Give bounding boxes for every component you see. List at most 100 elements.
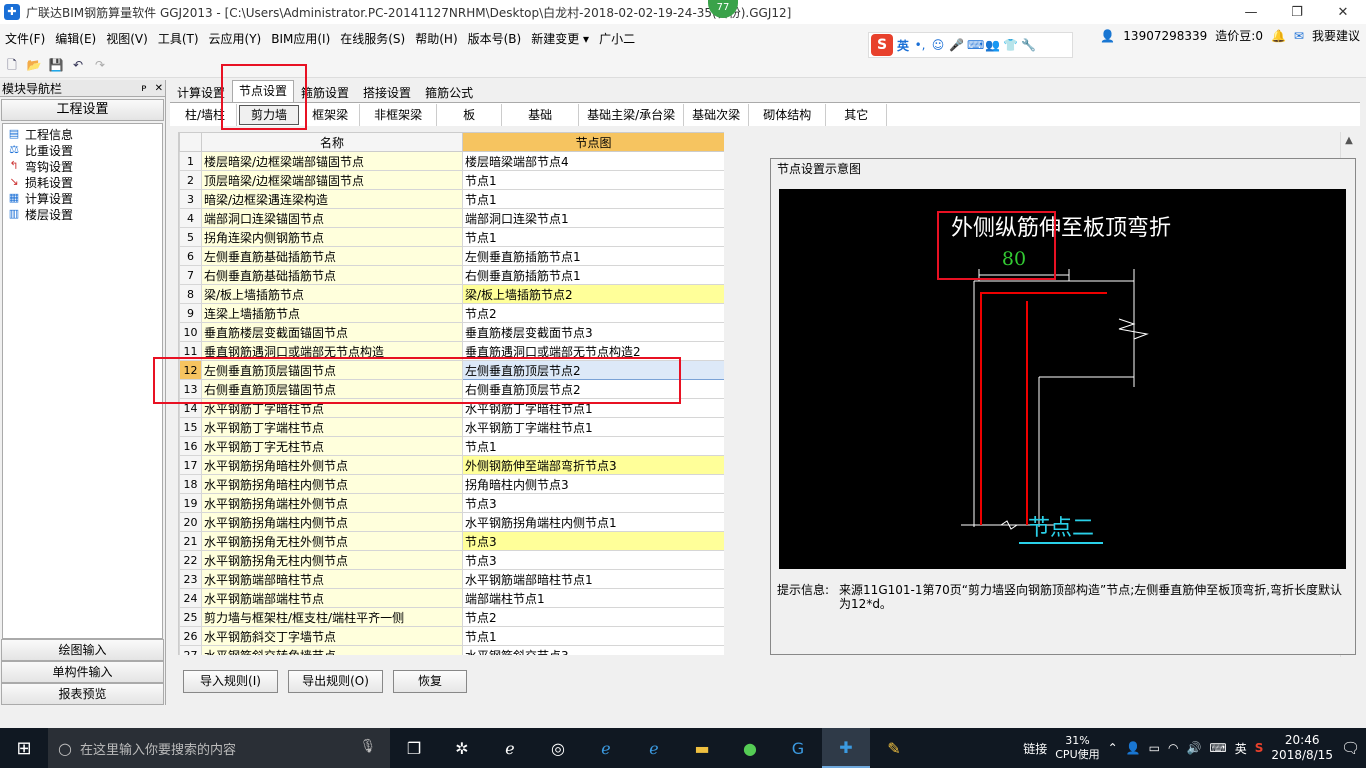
table-row[interactable]: 9 连梁上墙插筋节点 节点2 <box>179 303 724 323</box>
table-row[interactable]: 20 水平钢筋拐角端柱内侧节点 水平钢筋拐角端柱内侧节点1 <box>179 512 724 532</box>
emoji-icon[interactable]: ☺ <box>931 38 945 52</box>
nav-close-icon[interactable]: ✕ <box>155 83 163 94</box>
pin-icon[interactable]: ᴘ <box>141 83 146 94</box>
row-node-cell[interactable]: 端部端柱节点1 <box>462 588 724 608</box>
bell-icon[interactable]: 🔔 <box>1271 29 1286 43</box>
suggest-link[interactable]: 我要建议 <box>1312 27 1360 44</box>
cpu-usage[interactable]: 31% CPU使用 <box>1055 734 1099 762</box>
row-node-cell[interactable]: 拐角暗柱内侧节点3 <box>462 474 724 494</box>
row-node-cell[interactable]: 垂直筋遇洞口或端部无节点构造2 <box>462 341 724 361</box>
account-phone[interactable]: 13907298339 <box>1123 29 1207 43</box>
subtab-masonry[interactable]: 砌体结构 <box>749 103 827 126</box>
taskbar-search[interactable]: ○ 在这里输入你要搜索的内容 🎙 <box>48 728 390 768</box>
minimize-button[interactable]: — <box>1228 0 1274 24</box>
subtab-other[interactable]: 其它 <box>826 103 888 126</box>
row-node-cell[interactable]: 节点1 <box>462 227 724 247</box>
row-node-cell[interactable]: 右侧垂直筋插筋节点1 <box>462 265 724 285</box>
row-node-cell[interactable]: 左侧垂直筋顶层节点2 <box>462 360 724 380</box>
nav-item-floor[interactable]: ▥ 楼层设置 <box>3 206 162 222</box>
table-row[interactable]: 4 端部洞口连梁锚固节点 端部洞口连梁节点1 <box>179 208 724 228</box>
clock[interactable]: 20:46 2018/8/15 <box>1271 733 1333 763</box>
wifi-icon[interactable]: ◠ <box>1168 741 1178 755</box>
nav-single-component-input[interactable]: 单构件输入 <box>1 661 164 683</box>
row-node-cell[interactable]: 外侧钢筋伸至端部弯折节点3 <box>462 455 724 475</box>
row-node-cell[interactable]: 楼层暗梁端部节点4 <box>462 151 724 171</box>
row-node-cell[interactable]: 水平钢筋丁字暗柱节点1 <box>462 398 724 418</box>
table-row[interactable]: 11 垂直钢筋遇洞口或端部无节点构造 垂直筋遇洞口或端部无节点构造2 <box>179 341 724 361</box>
row-node-cell[interactable]: 垂直筋楼层变截面节点3 <box>462 322 724 342</box>
table-row[interactable]: 24 水平钢筋端部端柱节点 端部端柱节点1 <box>179 588 724 608</box>
row-node-cell[interactable]: 节点1 <box>462 626 724 646</box>
import-rules-button[interactable]: 导入规则(I) <box>183 670 278 693</box>
table-row[interactable]: 18 水平钢筋拐角暗柱内侧节点 拐角暗柱内侧节点3 <box>179 474 724 494</box>
subtab-shear-wall[interactable]: 剪力墙 <box>239 104 300 125</box>
microphone-icon[interactable]: 🎙 <box>359 739 376 754</box>
menu-edit[interactable]: 编辑(E) <box>50 30 101 47</box>
glodon-g-icon[interactable]: G <box>774 728 822 768</box>
table-row[interactable]: 6 左侧垂直筋基础插筋节点 左侧垂直筋插筋节点1 <box>179 246 724 266</box>
row-node-cell[interactable]: 右侧垂直筋顶层节点2 <box>462 379 724 399</box>
menu-bim[interactable]: BIM应用(I) <box>266 30 335 47</box>
table-row[interactable]: 14 水平钢筋丁字暗柱节点 水平钢筋丁字暗柱节点1 <box>179 398 724 418</box>
network-icon[interactable]: ▭ <box>1149 741 1160 755</box>
user-group-icon[interactable]: 👥 <box>985 38 1000 52</box>
tab-lap-settings[interactable]: 搭接设置 <box>356 82 418 102</box>
nav-item-weight[interactable]: ⚖ 比重设置 <box>3 142 162 158</box>
punctuation-icon[interactable]: •, <box>913 38 927 52</box>
task-view-icon[interactable]: ❐ <box>390 728 438 768</box>
row-node-cell[interactable]: 节点3 <box>462 493 724 513</box>
keyboard-tray-icon[interactable]: ⌨ <box>1209 741 1226 755</box>
menu-help[interactable]: 帮助(H) <box>410 30 462 47</box>
table-row[interactable]: 8 梁/板上墙插筋节点 梁/板上墙插筋节点2 <box>179 284 724 304</box>
row-node-cell[interactable]: 节点3 <box>462 550 724 570</box>
table-row[interactable]: 3 暗梁/边框梁遇连梁构造 节点1 <box>179 189 724 209</box>
skin-icon[interactable]: 👕 <box>1003 38 1018 52</box>
undo-icon[interactable]: ↶ <box>70 57 86 73</box>
keyboard-icon[interactable]: ⌨ <box>967 38 984 52</box>
menu-assistant[interactable]: 广小二 <box>594 30 640 47</box>
menu-version[interactable]: 版本号(B) <box>463 30 527 47</box>
ie-blue-icon[interactable]: ℯ <box>630 728 678 768</box>
open-folder-icon[interactable]: 📂 <box>26 57 42 73</box>
row-node-cell[interactable]: 节点2 <box>462 607 724 627</box>
table-row[interactable]: 26 水平钢筋斜交丁字墙节点 节点1 <box>179 626 724 646</box>
table-row[interactable]: 27水平钢筋斜交转角墙节点水平钢筋斜交节点3 <box>179 645 724 655</box>
sogou-logo[interactable]: S <box>871 34 893 56</box>
subtab-frame-beam[interactable]: 框架梁 <box>301 103 361 126</box>
ime-tray[interactable]: 英 <box>1235 740 1247 757</box>
menu-new-change[interactable]: 新建变更 ▾ <box>526 30 594 47</box>
row-node-cell[interactable]: 梁/板上墙插筋节点2 <box>462 284 724 304</box>
subtab-slab[interactable]: 板 <box>437 103 503 126</box>
table-row[interactable]: 13 右侧垂直筋顶层锚固节点 右侧垂直筋顶层节点2 <box>179 379 724 399</box>
person-tray-icon[interactable]: 👤 <box>1126 741 1141 755</box>
table-row[interactable]: 23 水平钢筋端部暗柱节点 水平钢筋端部暗柱节点1 <box>179 569 724 589</box>
row-node-cell[interactable]: 节点2 <box>462 303 724 323</box>
table-row[interactable]: 22 水平钢筋拐角无柱内侧节点 节点3 <box>179 550 724 570</box>
row-node-cell[interactable]: 左侧垂直筋插筋节点1 <box>462 246 724 266</box>
tab-calc-settings[interactable]: 计算设置 <box>170 82 232 102</box>
row-node-cell[interactable]: 节点1 <box>462 189 724 209</box>
subtab-foundation[interactable]: 基础 <box>502 103 580 126</box>
wrench-icon[interactable]: 🔧 <box>1021 38 1036 52</box>
row-node-cell[interactable]: 水平钢筋端部暗柱节点1 <box>462 569 724 589</box>
menu-view[interactable]: 视图(V) <box>101 30 153 47</box>
table-row[interactable]: 16 水平钢筋丁字无柱节点 节点1 <box>179 436 724 456</box>
table-row[interactable]: 15 水平钢筋丁字端柱节点 水平钢筋丁字端柱节点1 <box>179 417 724 437</box>
table-row[interactable]: 10 垂直筋楼层变截面锚固节点 垂直筋楼层变截面节点3 <box>179 322 724 342</box>
volume-icon[interactable]: 🔊 <box>1186 741 1201 755</box>
tray-link[interactable]: 链接 <box>1023 740 1047 757</box>
file-explorer-icon[interactable]: ▬ <box>678 728 726 768</box>
360-browser-icon[interactable]: ● <box>726 728 774 768</box>
export-rules-button[interactable]: 导出规则(O) <box>288 670 383 693</box>
price-bean[interactable]: 造价豆:0 <box>1215 27 1263 44</box>
tab-stirrup-formula[interactable]: 箍筋公式 <box>418 82 480 102</box>
subtab-foundation-secondary-beam[interactable]: 基础次梁 <box>684 103 750 126</box>
table-row[interactable]: 1 楼层暗梁/边框梁端部锚固节点 楼层暗梁端部节点4 <box>179 151 724 171</box>
row-node-cell[interactable]: 水平钢筋斜交节点3 <box>462 645 724 655</box>
scroll-up-icon[interactable]: ▲ <box>1341 132 1357 149</box>
table-row[interactable]: 21 水平钢筋拐角无柱外侧节点 节点3 <box>179 531 724 551</box>
fan-app-icon[interactable]: ✲ <box>438 728 486 768</box>
table-row[interactable]: 19 水平钢筋拐角端柱外侧节点 节点3 <box>179 493 724 513</box>
nav-drawing-input[interactable]: 绘图输入 <box>1 639 164 661</box>
table-row[interactable]: 12 左侧垂直筋顶层锚固节点 左侧垂直筋顶层节点2 <box>179 360 724 380</box>
